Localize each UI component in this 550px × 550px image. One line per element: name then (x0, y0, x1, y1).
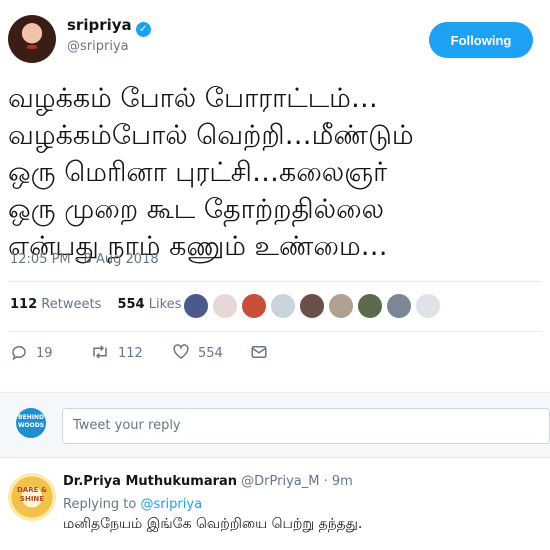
liker-avatar[interactable] (299, 293, 325, 319)
replying-to: Replying to @sripriya (63, 497, 202, 512)
reply-author-name[interactable]: Dr.Priya Muthukumaran (63, 474, 237, 489)
reply-input[interactable]: Tweet your reply (62, 408, 550, 444)
retweet-action[interactable]: 112 (90, 343, 143, 363)
divider (8, 281, 542, 282)
reply-author-handle[interactable]: @DrPriya_M (241, 474, 319, 489)
author-name[interactable]: sripriya ✓ (67, 15, 151, 37)
verified-badge-icon: ✓ (135, 22, 151, 37)
liker-avatar[interactable] (328, 293, 354, 319)
liker-avatar[interactable] (415, 293, 441, 319)
liker-avatar[interactable] (386, 293, 412, 319)
reply-action[interactable]: 19 (10, 343, 53, 363)
envelope-icon (251, 346, 267, 358)
reply-author: Dr.Priya Muthukumaran @DrPriya_M · 9m (63, 474, 353, 490)
likes-label: Likes (148, 297, 182, 312)
like-action[interactable]: 554 (172, 343, 223, 363)
reply-icon (12, 346, 26, 361)
retweets-label: Retweets (41, 297, 102, 312)
liker-avatar[interactable] (212, 293, 238, 319)
tweet-timestamp[interactable]: 12:05 PM - 8 Aug 2018 (10, 252, 159, 267)
retweet-icon (93, 345, 107, 359)
author-avatar[interactable] (8, 15, 56, 63)
reply-time[interactable]: · 9m (324, 474, 353, 489)
likes-count: 554 (117, 297, 145, 312)
current-user-avatar[interactable]: BEHIND WOODS (16, 408, 46, 438)
author-name-text[interactable]: sripriya (67, 16, 132, 34)
like-count: 554 (198, 346, 223, 361)
liker-avatar[interactable] (183, 293, 209, 319)
likes-stat[interactable]: 554 Likes (117, 297, 181, 312)
direct-message-action[interactable] (250, 343, 276, 363)
retweets-stat[interactable]: 112 Retweets (10, 297, 101, 312)
divider (8, 331, 542, 332)
reply-author-avatar[interactable]: DARE & SHINE (8, 473, 56, 521)
tweet-text: வழக்கம் போல் போராட்டம்… வழக்கம்போல் வெற்… (8, 83, 414, 262)
retweet-count: 112 (118, 346, 143, 361)
author-handle[interactable]: @sripriya (67, 38, 129, 56)
heart-icon (173, 344, 189, 359)
tweet-stats: 112 Retweets 554 Likes (10, 297, 181, 312)
retweets-count: 112 (10, 297, 38, 312)
liker-avatar[interactable] (270, 293, 296, 319)
replying-to-link[interactable]: @sripriya (140, 497, 202, 512)
liker-avatar[interactable] (241, 293, 267, 319)
following-button[interactable]: Following (429, 22, 533, 58)
reply-count: 19 (36, 346, 53, 361)
liker-avatar[interactable] (357, 293, 383, 319)
replying-prefix: Replying to (63, 497, 137, 512)
reply-text: மனிதநேயம் இங்கே வெற்றியை பெற்று தந்தது. (63, 516, 363, 532)
